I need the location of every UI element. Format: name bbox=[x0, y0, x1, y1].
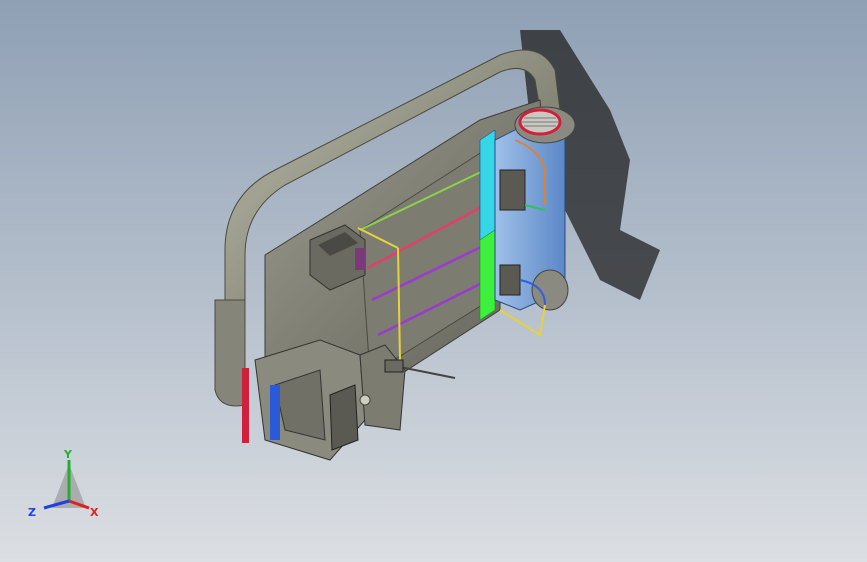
probe-box bbox=[384, 359, 404, 373]
machine-3d-model[interactable] bbox=[0, 0, 867, 562]
green-panel bbox=[479, 229, 496, 321]
z-axis-label: Z bbox=[28, 506, 36, 519]
axis-triad: Y X Z bbox=[28, 448, 99, 519]
right-vent-upper bbox=[499, 169, 526, 211]
cyan-panel bbox=[479, 129, 496, 241]
pipe-yellow bbox=[499, 304, 546, 337]
blue-strip bbox=[270, 385, 280, 440]
left-vent-accent bbox=[355, 248, 365, 270]
red-strip bbox=[242, 368, 249, 443]
y-axis-label: Y bbox=[63, 448, 73, 461]
pipe-lower-section bbox=[214, 299, 246, 407]
front-vent bbox=[329, 384, 359, 451]
bottom-drum bbox=[531, 269, 569, 311]
right-vent-lower bbox=[499, 264, 521, 296]
cad-viewport[interactable]: Y X Z bbox=[0, 0, 867, 562]
x-axis-label: X bbox=[90, 506, 99, 519]
gauge bbox=[359, 394, 371, 406]
